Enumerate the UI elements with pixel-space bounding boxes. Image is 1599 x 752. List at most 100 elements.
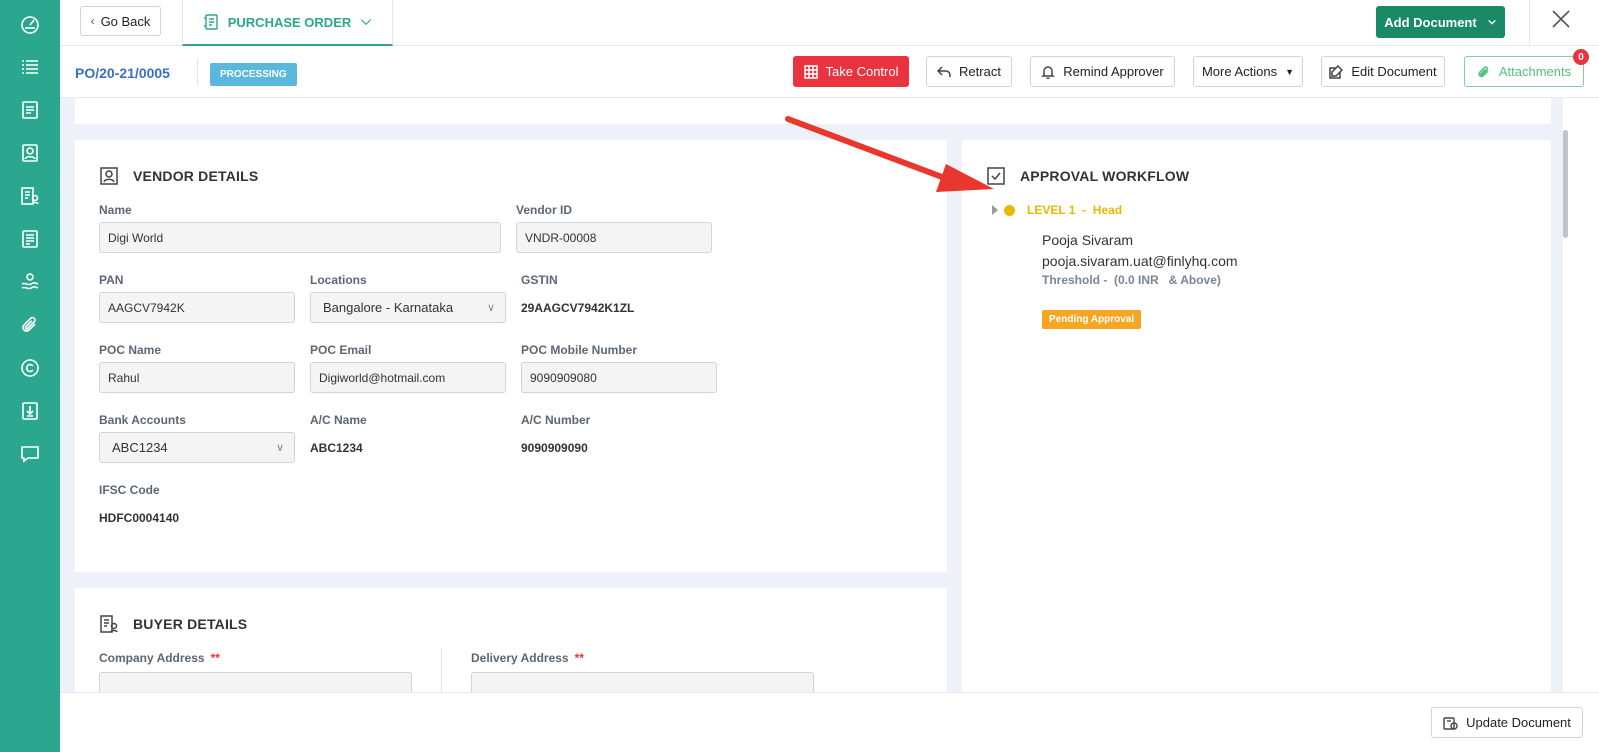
ifsc-label: IFSC Code — [99, 483, 160, 497]
chevron-down-icon — [361, 19, 372, 26]
divider — [197, 58, 198, 86]
dashboard-icon[interactable] — [19, 13, 41, 35]
approval-workflow-heading: APPROVAL WORKFLOW — [986, 166, 1189, 186]
attachment-icon[interactable] — [19, 314, 41, 336]
sidebar — [0, 0, 60, 752]
status-dot — [1004, 204, 1015, 216]
take-control-button[interactable]: Take Control — [793, 56, 909, 87]
update-document-button[interactable]: Update Document — [1431, 707, 1583, 738]
chevron-down-icon — [1487, 19, 1496, 25]
chat-icon[interactable] — [19, 443, 41, 465]
pending-approval-badge: Pending Approval — [1042, 310, 1142, 329]
invoice-icon[interactable] — [19, 228, 41, 250]
list-icon[interactable] — [19, 56, 41, 78]
attachments-count-badge: 0 — [1573, 49, 1589, 65]
document-icon[interactable] — [19, 99, 41, 121]
vendor-details-card: VENDOR DETAILS Name Digi World Vendor ID… — [75, 140, 947, 572]
vendor-list-icon[interactable] — [19, 185, 41, 207]
buyer-details-heading: BUYER DETAILS — [99, 614, 247, 634]
edit-icon — [1329, 64, 1344, 79]
gstin-value: 29AAGCV7942K1ZL — [521, 301, 635, 315]
close-icon — [1552, 10, 1570, 28]
gstin-label: GSTIN — [521, 273, 558, 287]
buyer-details-title: BUYER DETAILS — [133, 616, 248, 632]
po-number[interactable]: PO/20-21/0005 — [75, 65, 170, 81]
undo-icon — [937, 65, 951, 77]
name-label: Name — [99, 203, 132, 217]
locations-value: Bangalore - Karnataka — [323, 300, 454, 315]
download-report-icon[interactable] — [19, 400, 41, 422]
add-document-label: Add Document — [1384, 14, 1477, 30]
approval-threshold: Threshold - (0.0 INR & Above) — [1042, 273, 1221, 287]
delivery-address-field[interactable] — [471, 672, 814, 692]
more-actions-button[interactable]: More Actions ▼ — [1193, 56, 1303, 87]
close-button[interactable] — [1550, 8, 1580, 38]
attachments-button[interactable]: Attachments 0 — [1464, 49, 1589, 87]
attachments-label: Attachments — [1498, 64, 1572, 79]
retract-label: Retract — [959, 64, 1001, 79]
company-address-text: Company Address — [99, 651, 205, 665]
previous-card-edge — [75, 98, 1551, 124]
paperclip-icon — [1478, 65, 1489, 77]
ac-number-value: 9090909090 — [521, 441, 588, 455]
remind-approver-label: Remind Approver — [1063, 64, 1164, 79]
status-badge: PROCESSING — [210, 63, 297, 86]
document-header: PO/20-21/0005 PROCESSING Take Control Re… — [60, 46, 1599, 98]
update-document-label: Update Document — [1466, 715, 1571, 730]
ifsc-value: HDFC0004140 — [99, 511, 180, 525]
bank-accounts-select[interactable]: ABC1234 ∨ — [99, 432, 295, 463]
name-field[interactable]: Digi World — [99, 222, 501, 253]
top-bar: ‹ Go Back PURCHASE ORDER Add Document — [60, 0, 1599, 46]
chevron-down-icon: ∨ — [486, 302, 495, 314]
more-actions-label: More Actions — [1201, 64, 1278, 79]
company-address-label: Company Address ** — [99, 651, 220, 665]
cycle-icon[interactable] — [19, 357, 41, 379]
poc-mobile-label: POC Mobile Number — [521, 343, 638, 357]
poc-name-field[interactable]: Rahul — [99, 362, 295, 393]
required-marker: ** — [210, 651, 220, 665]
contact-icon[interactable] — [19, 142, 41, 164]
retract-button[interactable]: Retract — [926, 56, 1012, 87]
pan-field[interactable]: AAGCV7942K — [99, 292, 295, 323]
delivery-address-text: Delivery Address — [471, 651, 569, 665]
checkbox-icon — [987, 167, 1005, 185]
grid-icon — [803, 64, 818, 79]
remind-approver-button[interactable]: Remind Approver — [1030, 56, 1175, 87]
ac-name-label: A/C Name — [310, 413, 367, 427]
doc-type-label: PURCHASE ORDER — [227, 14, 352, 30]
add-document-button[interactable]: Add Document — [1376, 6, 1505, 38]
edit-document-button[interactable]: Edit Document — [1321, 56, 1445, 87]
required-marker: ** — [574, 651, 584, 665]
scrollbar-thumb[interactable] — [1563, 130, 1568, 238]
purchase-order-tab[interactable]: PURCHASE ORDER — [182, 0, 393, 46]
locations-select[interactable]: Bangalore - Karnataka ∨ — [310, 292, 506, 323]
vendor-id-label: Vendor ID — [516, 203, 573, 217]
go-back-button[interactable]: ‹ Go Back — [80, 6, 161, 36]
vendor-details-title: VENDOR DETAILS — [133, 168, 259, 184]
ac-number-label: A/C Number — [521, 413, 591, 427]
divider — [1529, 0, 1530, 46]
pan-label: PAN — [99, 273, 124, 287]
approval-workflow-card: APPROVAL WORKFLOW LEVEL 1 - Head Pooja S… — [962, 140, 1551, 692]
poc-mobile-field[interactable]: 9090909080 — [521, 362, 717, 393]
take-control-label: Take Control — [825, 64, 899, 79]
buyer-details-card: BUYER DETAILS Company Address ** Delivery… — [75, 588, 947, 692]
approver-email: pooja.sivaram.uat@finlyhq.com — [1042, 253, 1238, 269]
vendor-id-field[interactable]: VNDR-00008 — [516, 222, 712, 253]
chevron-down-icon: ∨ — [275, 442, 284, 454]
edit-document-label: Edit Document — [1351, 64, 1437, 79]
expand-arrow-icon[interactable] — [992, 205, 998, 215]
company-address-field[interactable] — [99, 672, 412, 692]
poc-email-label: POC Email — [310, 343, 372, 357]
content-area: VENDOR DETAILS Name Digi World Vendor ID… — [60, 98, 1563, 692]
payments-icon[interactable] — [19, 271, 41, 293]
poc-email-field[interactable]: Digiworld@hotmail.com — [310, 362, 506, 393]
ac-name-value: ABC1234 — [310, 441, 363, 455]
bank-accounts-value: ABC1234 — [112, 440, 168, 455]
bank-accounts-label: Bank Accounts — [99, 413, 186, 427]
vendor-details-heading: VENDOR DETAILS — [99, 166, 258, 186]
update-document-icon — [1443, 717, 1458, 730]
approval-workflow-title: APPROVAL WORKFLOW — [1020, 168, 1190, 184]
vendor-icon — [100, 167, 118, 185]
approval-level-row[interactable]: LEVEL 1 - Head — [992, 203, 1122, 217]
